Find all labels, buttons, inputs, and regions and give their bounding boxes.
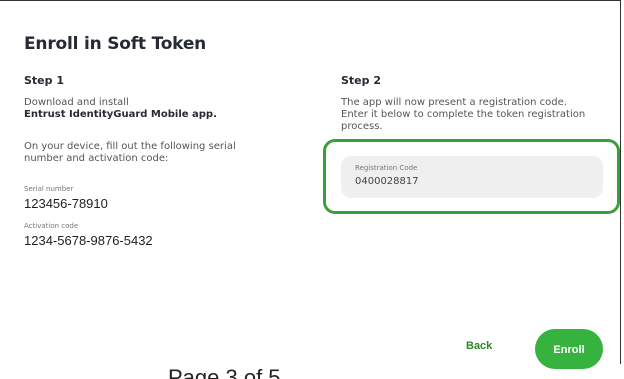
step1-instruction-line2: number and activation code:	[24, 153, 169, 164]
enroll-button[interactable]: Enroll	[535, 329, 603, 369]
step1-download-line: Download and install	[24, 97, 129, 108]
activation-code-value: 1234-5678-9876-5432	[24, 233, 153, 248]
page-caption: Page 3 of 5	[168, 365, 281, 379]
page: Enroll in Soft Token Step 1 Download and…	[0, 0, 624, 379]
step1-app-name: Entrust IdentityGuard Mobile app.	[24, 109, 217, 120]
step2-line3: process.	[341, 121, 383, 132]
serial-number-value: 123456-78910	[24, 196, 108, 211]
registration-highlight-ring	[323, 139, 620, 214]
step1-download-text: Download and install Entrust IdentityGua…	[24, 97, 217, 121]
step2-line1: The app will now present a registration …	[341, 97, 567, 108]
step2-instructions: The app will now present a registration …	[341, 97, 585, 133]
step2-heading: Step 2	[341, 74, 381, 87]
step1-instructions: On your device, fill out the following s…	[24, 141, 236, 165]
serial-number-label: Serial number	[24, 185, 74, 193]
back-button[interactable]: Back	[466, 340, 492, 352]
activation-code-label: Activation code	[24, 222, 79, 230]
step1-instruction-line1: On your device, fill out the following s…	[24, 141, 236, 152]
step1-heading: Step 1	[24, 74, 64, 87]
enroll-dialog: Enroll in Soft Token Step 1 Download and…	[0, 0, 621, 369]
step2-line2: Enter it below to complete the token reg…	[341, 109, 586, 120]
dialog-title: Enroll in Soft Token	[24, 34, 207, 54]
